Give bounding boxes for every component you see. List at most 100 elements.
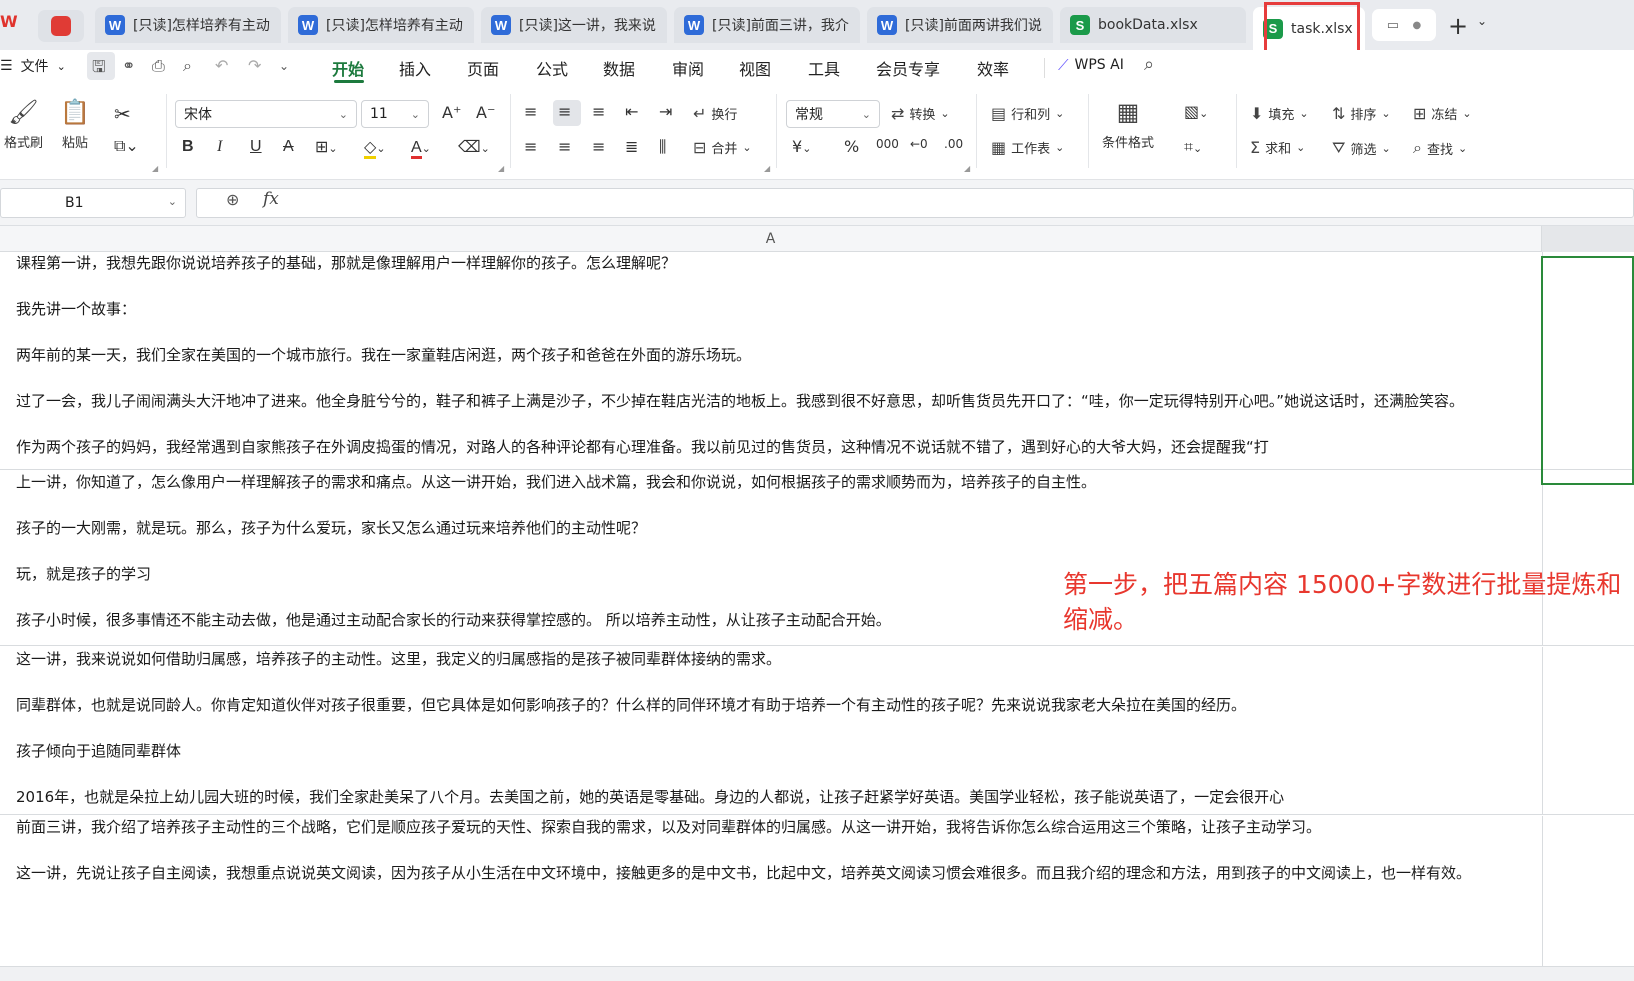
corner-icon[interactable]: ◢ — [152, 164, 158, 173]
align-middle-icon[interactable]: ≡ — [558, 102, 571, 121]
decrease-font-icon[interactable]: A⁻ — [476, 103, 495, 122]
chevron-down-icon: ⌄ — [1299, 107, 1309, 120]
zoom-icon[interactable]: ⊕ — [226, 190, 239, 209]
copy-icon[interactable]: ⧉⌄ — [114, 136, 139, 156]
undo-icon[interactable]: ↶ — [215, 56, 228, 75]
cell-style-icon[interactable]: ▧⌄ — [1184, 102, 1208, 121]
pdf-app-button[interactable] — [38, 10, 84, 42]
save-icon[interactable]: 🖫 — [92, 56, 106, 83]
table-row[interactable]: 前面三讲，我介绍了培养孩子主动性的三个战略，它们是顺应孩子爱玩的天性、探索自我的… — [0, 816, 1634, 966]
cell-text-line: 孩子倾向于追随同辈群体 — [16, 742, 182, 760]
tab-data[interactable]: 数据 — [603, 56, 635, 80]
underline-icon[interactable]: U — [250, 138, 262, 156]
paste-button[interactable]: 📋 粘贴 — [60, 98, 90, 151]
tab-efficiency[interactable]: 效率 — [977, 56, 1009, 80]
tab-review[interactable]: 审阅 — [672, 56, 704, 80]
decrease-decimal-icon[interactable]: .00 — [944, 137, 963, 151]
tab-formula[interactable]: 公式 — [536, 56, 568, 80]
convert-button[interactable]: ⇄ 转换 ⌄ — [891, 104, 950, 123]
row-col-button[interactable]: ▤ 行和列 ⌄ — [991, 104, 1064, 123]
document-tab[interactable]: SbookData.xlsx — [1060, 7, 1246, 43]
percent-icon[interactable]: % — [844, 137, 859, 156]
corner-icon[interactable]: ◢ — [498, 164, 504, 173]
link-icon[interactable]: ⚭ — [122, 56, 135, 75]
currency-icon[interactable]: ¥⌄ — [792, 137, 811, 156]
distribute-icon[interactable]: ⫼ — [659, 137, 666, 157]
font-name-select[interactable]: 宋体 ⌄ — [175, 100, 357, 128]
search-icon[interactable]: ⌕ — [1144, 54, 1154, 75]
corner-icon[interactable]: ◢ — [964, 164, 970, 173]
align-center-icon[interactable]: ≡ — [558, 137, 571, 156]
status-dot-icon: ● — [1412, 19, 1422, 31]
document-tab[interactable]: W [只读]前面两讲我们说 — [867, 7, 1053, 43]
device-status[interactable]: ▭ ● — [1372, 9, 1436, 41]
find-button[interactable]: ⌕ 查找 ⌄ — [1413, 138, 1467, 158]
new-tab-button[interactable]: + — [1448, 12, 1468, 40]
filter-button[interactable]: ⛛ 筛选 ⌄ — [1332, 138, 1391, 158]
redo-icon[interactable]: ↷ — [248, 56, 261, 75]
sort-button[interactable]: ⇅ 排序 ⌄ — [1332, 104, 1391, 123]
column-header-b[interactable] — [1542, 226, 1634, 252]
cut-icon[interactable]: ✂ — [114, 102, 131, 126]
chevron-down-icon[interactable]: ⌄ — [279, 59, 289, 73]
freeze-button[interactable]: ⊞ 冻结 ⌄ — [1413, 104, 1472, 123]
document-tab[interactable]: W [只读]怎样培养有主动 — [95, 7, 281, 43]
chevron-down-icon[interactable]: ⌄ — [168, 195, 177, 208]
table-row[interactable]: 这一讲，我来说说如何借助归属感，培养孩子的主动性。这里，我定义的归属感指的是孩子… — [0, 647, 1634, 815]
font-color-icon[interactable]: A⌄ — [411, 137, 431, 159]
format-painter-icon: 🖌 — [8, 98, 39, 126]
format-painter-button[interactable]: 🖌 格式刷 — [4, 98, 43, 151]
cell-a1[interactable]: 课程第一讲，我想先跟你说说培养孩子的基础，那就是像理解用户一样理解你的孩子。怎么… — [16, 252, 1540, 469]
tab-member[interactable]: 会员专享 — [876, 56, 940, 80]
tab-tools[interactable]: 工具 — [808, 56, 840, 80]
tab-page[interactable]: 页面 — [467, 56, 499, 80]
wps-logo-icon[interactable]: W — [0, 12, 18, 34]
align-bottom-icon[interactable]: ≡ — [592, 102, 605, 121]
cell-a3[interactable]: 这一讲，我来说说如何借助归属感，培养孩子的主动性。这里，我定义的归属感指的是孩子… — [16, 648, 1540, 814]
chevron-down-icon[interactable]: ⌄ — [1477, 14, 1487, 28]
selected-cell-b1[interactable] — [1541, 256, 1634, 485]
crop-icon[interactable]: ⌗⌄ — [1184, 137, 1202, 157]
thousands-icon[interactable]: 000 — [876, 137, 899, 151]
font-size-select[interactable]: 11 ⌄ — [361, 100, 429, 128]
tab-home[interactable]: 开始 — [332, 56, 364, 80]
increase-indent-icon[interactable]: ⇥ — [659, 102, 672, 121]
cell-a4[interactable]: 前面三讲，我介绍了培养孩子主动性的三个战略，它们是顺应孩子爱玩的天性、探索自我的… — [16, 816, 1540, 966]
formula-input[interactable] — [196, 188, 1634, 218]
fill-color-icon[interactable]: ◇⌄ — [364, 137, 386, 159]
conditional-format-button[interactable]: ▦ 条件格式 — [1102, 98, 1154, 151]
wrap-text-button[interactable]: ↵ 换行 — [693, 104, 737, 123]
document-tab[interactable]: W [只读]怎样培养有主动 — [288, 7, 474, 43]
merge-button[interactable]: ⊟ 合并 ⌄ — [693, 138, 752, 157]
number-format-select[interactable]: 常规 ⌄ — [786, 100, 880, 128]
increase-font-icon[interactable]: A⁺ — [442, 103, 461, 122]
tab-view[interactable]: 视图 — [739, 56, 771, 80]
align-top-icon[interactable]: ≡ — [524, 102, 537, 121]
align-left-icon[interactable]: ≡ — [524, 137, 537, 156]
function-icon[interactable]: fx — [263, 189, 279, 209]
wps-ai-button[interactable]: ⟋ WPS AI — [1058, 56, 1124, 74]
align-right-icon[interactable]: ≡ — [592, 137, 605, 156]
fill-button[interactable]: ⬇ 填充 ⌄ — [1250, 104, 1309, 123]
bold-icon[interactable]: B — [182, 138, 194, 156]
divider — [510, 94, 511, 168]
print-icon[interactable]: ⎙ — [152, 56, 165, 76]
file-menu[interactable]: ☰ 文件 ⌄ — [0, 56, 66, 76]
decrease-indent-icon[interactable]: ⇤ — [625, 102, 638, 121]
italic-icon[interactable]: I — [217, 138, 222, 156]
strikethrough-icon[interactable]: A — [283, 138, 294, 156]
document-tab[interactable]: W [只读]前面三讲，我介 — [674, 7, 860, 43]
increase-decimal-icon[interactable]: ←0 — [910, 137, 928, 151]
column-header-a[interactable]: A — [0, 226, 1542, 252]
name-box[interactable]: B1 ⌄ — [0, 188, 186, 218]
sum-button[interactable]: Σ 求和 ⌄ — [1250, 138, 1305, 157]
document-tab[interactable]: W [只读]这一讲，我来说 — [481, 7, 667, 43]
table-row[interactable]: 课程第一讲，我想先跟你说说培养孩子的基础，那就是像理解用户一样理解你的孩子。怎么… — [0, 252, 1634, 470]
corner-icon[interactable]: ◢ — [764, 164, 770, 173]
border-icon[interactable]: ⊞⌄ — [315, 137, 338, 156]
clear-format-icon[interactable]: ⌫⌄ — [458, 137, 490, 156]
worksheet-button[interactable]: ▦ 工作表 ⌄ — [991, 138, 1064, 157]
print-preview-icon[interactable]: ⌕ — [183, 56, 192, 76]
tab-insert[interactable]: 插入 — [399, 56, 431, 80]
justify-icon[interactable]: ≣ — [625, 137, 638, 156]
